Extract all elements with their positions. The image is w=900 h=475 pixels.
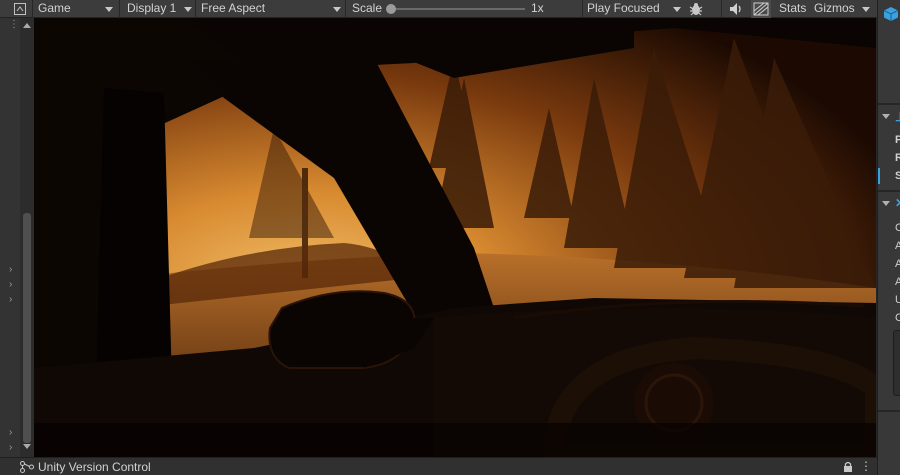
scale-slider-thumb[interactable] <box>386 4 396 14</box>
aspect-dropdown[interactable]: Free Aspect <box>201 0 265 18</box>
panel-separator <box>878 190 900 192</box>
game-view-toolbar: Game Display 1 Free Aspect Scale 1x Play… <box>0 0 877 18</box>
panel-separator <box>878 410 900 412</box>
inspector-row-label: C <box>895 222 900 234</box>
toolbar-separator <box>195 0 196 18</box>
lock-icon[interactable] <box>843 461 853 475</box>
scrollbar-thumb[interactable] <box>23 213 31 443</box>
game-view-render[interactable] <box>34 18 876 457</box>
panel-separator <box>878 103 900 105</box>
car-interior-scene <box>34 18 876 457</box>
expand-chevron-icon[interactable]: › <box>9 295 12 305</box>
toolbar-separator <box>721 0 722 18</box>
aspect-dropdown-arrow-icon[interactable] <box>333 7 341 12</box>
scroll-up-arrow-icon[interactable] <box>23 23 31 28</box>
kebab-menu-icon[interactable]: ⋮ <box>860 459 872 473</box>
display-dropdown[interactable]: Display 1 <box>127 0 176 18</box>
bug-icon[interactable] <box>689 0 703 18</box>
hierarchy-collapsed-strip: ⋮ › › › › › <box>0 18 34 457</box>
branch-icon[interactable] <box>20 461 34 475</box>
inspector-field-box[interactable] <box>893 330 900 396</box>
display-dropdown-arrow-icon[interactable] <box>184 7 192 12</box>
inspector-panel-clipped: ⊥ P R S ✕ C A A A U C <box>877 0 900 475</box>
component-icon: ✕ <box>895 196 900 210</box>
scale-label: Scale <box>352 1 383 15</box>
game-view-icon[interactable] <box>14 0 26 18</box>
expand-chevron-icon[interactable]: › <box>9 265 12 275</box>
gizmos-button[interactable]: Gizmos <box>814 0 855 18</box>
inspector-row-label: P <box>895 134 900 146</box>
status-bar: Unity Version Control ⋮ <box>0 457 877 475</box>
stats-button[interactable]: Stats <box>779 0 806 18</box>
toolbar-separator <box>345 0 346 18</box>
inspector-row-label: A <box>895 240 900 252</box>
version-control-label[interactable]: Unity Version Control <box>38 460 151 474</box>
play-mode-dropdown[interactable]: Play Focused <box>587 0 660 18</box>
inspector-row-label: C <box>895 312 900 324</box>
inspector-row-label: S <box>895 170 900 182</box>
toolbar-separator <box>582 0 583 18</box>
scale-slider-track[interactable] <box>391 8 525 10</box>
audio-mute-icon[interactable] <box>729 0 743 18</box>
component-icon: ⊥ <box>895 110 900 124</box>
view-mode-dropdown[interactable]: Game <box>38 0 71 18</box>
inspector-row-label: U <box>895 294 900 306</box>
inspector-row-label: A <box>895 258 900 270</box>
toolbar-separator <box>119 0 120 18</box>
stats-toggle-icon[interactable] <box>751 0 771 18</box>
scroll-down-arrow-icon[interactable] <box>23 444 31 449</box>
expand-chevron-icon[interactable]: › <box>9 280 12 290</box>
selection-marker <box>878 168 880 184</box>
expand-chevron-icon[interactable]: › <box>9 428 12 438</box>
inspector-row-label: R <box>895 152 900 164</box>
inspector-row-label: A <box>895 276 900 288</box>
scale-value: 1x <box>531 1 544 15</box>
play-mode-dropdown-arrow-icon[interactable] <box>673 7 681 12</box>
foldout-arrow-icon[interactable] <box>882 114 890 119</box>
gizmos-dropdown-arrow-icon[interactable] <box>862 7 870 12</box>
expand-chevron-icon[interactable]: › <box>9 443 12 453</box>
cube-icon <box>883 6 899 25</box>
toolbar-separator <box>32 0 33 18</box>
view-mode-dropdown-arrow-icon[interactable] <box>105 7 113 12</box>
kebab-menu-icon[interactable]: ⋮ <box>9 20 19 30</box>
foldout-arrow-icon[interactable] <box>882 201 890 206</box>
